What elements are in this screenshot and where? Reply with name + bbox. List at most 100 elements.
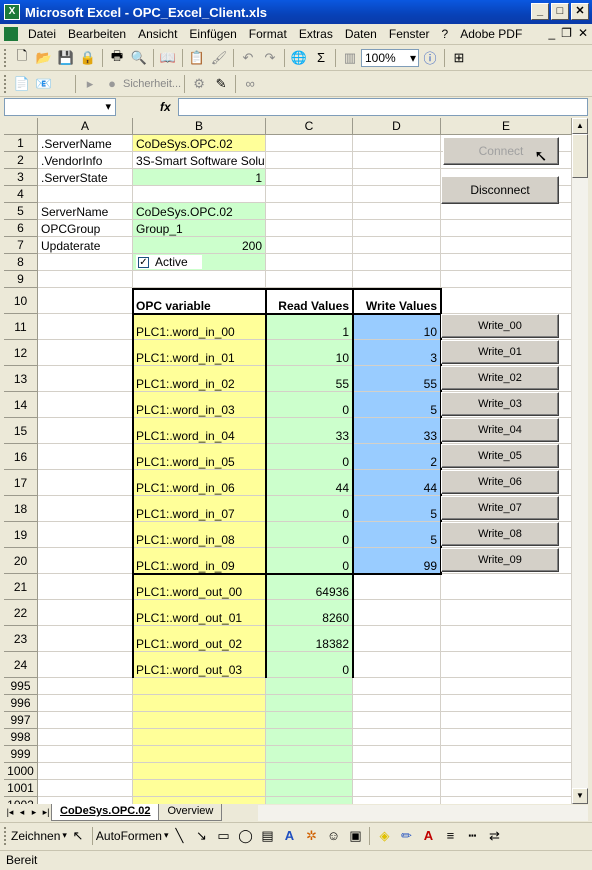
picture-icon[interactable]: ▣ [344, 825, 366, 847]
cell-b24[interactable]: PLC1:.word_out_03 [133, 652, 266, 678]
row-header-7[interactable]: 7 [4, 237, 38, 254]
row-header-10[interactable]: 10 [4, 288, 38, 314]
cell-d1002[interactable] [353, 797, 441, 804]
cell-a13[interactable] [38, 366, 133, 392]
cell-c1[interactable] [266, 135, 353, 152]
cell-b6[interactable]: Group_1 [133, 220, 266, 237]
row-header-21[interactable]: 21 [4, 574, 38, 600]
hyperlink-icon[interactable]: 🌐 [288, 47, 310, 69]
cell-a8[interactable] [38, 254, 133, 271]
cell-c4[interactable] [266, 186, 353, 203]
cell-a24[interactable] [38, 652, 133, 678]
cell-c998[interactable] [266, 729, 353, 746]
menu-datei[interactable]: Datei [22, 27, 62, 41]
cell-d996[interactable] [353, 695, 441, 712]
paste-icon[interactable]: 📋 [186, 47, 208, 69]
cell-a22[interactable] [38, 600, 133, 626]
print-preview-icon[interactable]: 🔍 [128, 47, 150, 69]
cell-b16[interactable]: PLC1:.word_in_05 [133, 444, 266, 470]
formula-input[interactable] [178, 98, 588, 116]
cell-d23[interactable] [353, 626, 441, 652]
row-header-5[interactable]: 5 [4, 203, 38, 220]
new-icon[interactable]: 🗋 [11, 47, 33, 69]
cell-e23[interactable] [441, 626, 572, 652]
cell-a1[interactable]: .ServerName [38, 135, 133, 152]
design-mode-icon[interactable]: ✎ [210, 73, 232, 95]
cell-b1000[interactable] [133, 763, 266, 780]
line-icon[interactable]: ╲ [168, 825, 190, 847]
cell-d999[interactable] [353, 746, 441, 763]
row-header-16[interactable]: 16 [4, 444, 38, 470]
cell-c23[interactable]: 18382 [266, 626, 353, 652]
format-painter-icon[interactable]: 🖌 [208, 47, 230, 69]
active-checkbox-cell[interactable]: ✓ Active [133, 254, 266, 271]
font-color-icon[interactable]: A [417, 825, 439, 847]
undo-icon[interactable]: ↶ [237, 47, 259, 69]
scroll-thumb[interactable] [572, 134, 588, 178]
cell-a7[interactable]: Updaterate [38, 237, 133, 254]
permission-icon[interactable]: 🔒 [77, 47, 99, 69]
cell-a11[interactable] [38, 314, 133, 340]
cell-a1002[interactable] [38, 797, 133, 804]
doc-minimize-icon[interactable]: _ [548, 26, 555, 40]
row-header-11[interactable]: 11 [4, 314, 38, 340]
write-button-02[interactable]: Write_02 [441, 366, 559, 390]
cell-a18[interactable] [38, 496, 133, 522]
scroll-up-icon[interactable]: ▲ [572, 118, 588, 134]
cell-a995[interactable] [38, 678, 133, 695]
cell-b22[interactable]: PLC1:.word_out_01 [133, 600, 266, 626]
column-header-b[interactable]: B [133, 118, 266, 135]
tab-overview[interactable]: Overview [158, 804, 223, 821]
cell-d24[interactable] [353, 652, 441, 678]
tab-codesys-opc[interactable]: CoDeSys.OPC.02 [51, 804, 160, 821]
cell-d11[interactable]: 10 [353, 314, 441, 340]
cell-a996[interactable] [38, 695, 133, 712]
row-header-9[interactable]: 9 [4, 271, 38, 288]
doc-restore-icon[interactable]: ❐ [561, 26, 572, 40]
cell-b21[interactable]: PLC1:.word_out_00 [133, 574, 266, 600]
cell-d6[interactable] [353, 220, 441, 237]
rectangle-icon[interactable]: ▭ [212, 825, 234, 847]
cell-e24[interactable] [441, 652, 572, 678]
cell-a17[interactable] [38, 470, 133, 496]
cell-b7[interactable]: 200 [133, 237, 266, 254]
chart-wizard-icon[interactable]: ▥ [339, 47, 361, 69]
cell-a9[interactable] [38, 271, 133, 288]
row-header-13[interactable]: 13 [4, 366, 38, 392]
security-label[interactable]: Sicherheit... [123, 78, 181, 90]
cell-c19[interactable]: 0 [266, 522, 353, 548]
cell-a1000[interactable] [38, 763, 133, 780]
row-header-24[interactable]: 24 [4, 652, 38, 678]
minimize-button[interactable]: _ [531, 3, 549, 20]
cell-b9[interactable] [133, 271, 266, 288]
menu-help[interactable]: ? [436, 27, 455, 41]
select-all-corner[interactable] [4, 118, 38, 135]
row-header-1000[interactable]: 1000 [4, 763, 38, 780]
save-icon[interactable]: 💾 [55, 47, 77, 69]
zoom-dropdown[interactable]: 100% [361, 48, 419, 67]
wordart-icon[interactable]: A [278, 825, 300, 847]
cell-d15[interactable]: 33 [353, 418, 441, 444]
cell-c20[interactable]: 0 [266, 548, 353, 574]
toolbar-grip-3[interactable] [4, 826, 7, 845]
cell-c16[interactable]: 0 [266, 444, 353, 470]
cell-d2[interactable] [353, 152, 441, 169]
row-header-4[interactable]: 4 [4, 186, 38, 203]
cell-a23[interactable] [38, 626, 133, 652]
row-header-2[interactable]: 2 [4, 152, 38, 169]
cell-c12[interactable]: 10 [266, 340, 353, 366]
cell-b13[interactable]: PLC1:.word_in_02 [133, 366, 266, 392]
write-button-07[interactable]: Write_07 [441, 496, 559, 520]
fill-color-icon[interactable]: ◈ [373, 825, 395, 847]
cell-d5[interactable] [353, 203, 441, 220]
cell-b15[interactable]: PLC1:.word_in_04 [133, 418, 266, 444]
cell-d14[interactable]: 5 [353, 392, 441, 418]
cell-b997[interactable] [133, 712, 266, 729]
cell-b4[interactable] [133, 186, 266, 203]
column-header-a[interactable]: A [38, 118, 133, 135]
cell-b5[interactable]: CoDeSys.OPC.02 [133, 203, 266, 220]
pdf-mail-icon[interactable]: 📧 [33, 73, 55, 95]
row-header-1001[interactable]: 1001 [4, 780, 38, 797]
cell-b11[interactable]: PLC1:.word_in_00 [133, 314, 266, 340]
cell-b995[interactable] [133, 678, 266, 695]
